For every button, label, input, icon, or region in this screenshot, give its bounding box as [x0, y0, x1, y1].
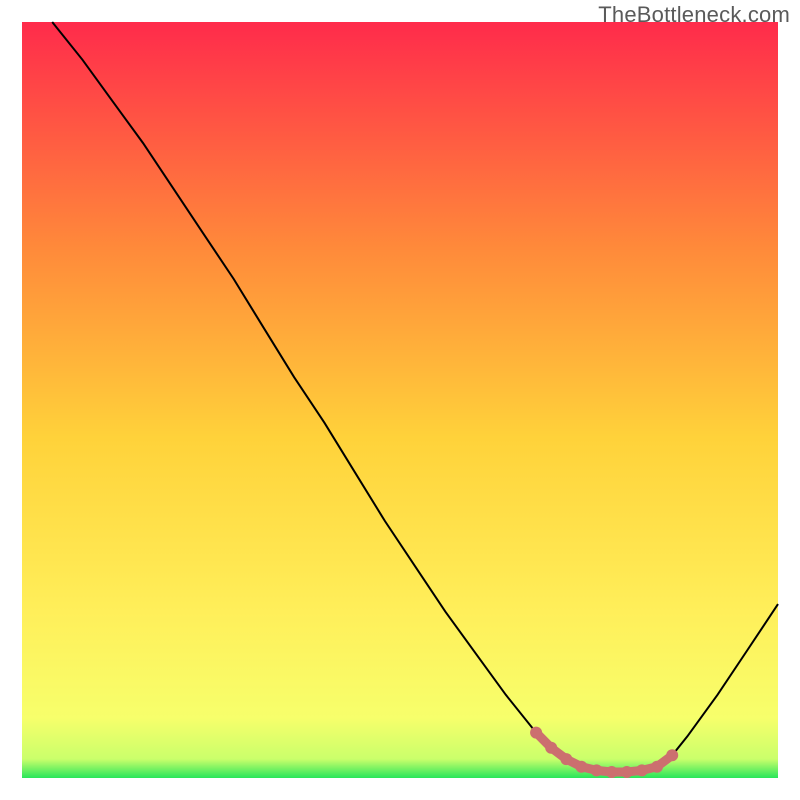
marker-dot: [545, 742, 557, 754]
marker-dot: [560, 753, 572, 765]
marker-dot: [606, 766, 618, 778]
plot-background: [22, 22, 778, 778]
chart-container: TheBottleneck.com: [0, 0, 800, 800]
marker-dot: [530, 727, 542, 739]
marker-dot: [651, 761, 663, 773]
marker-dot: [621, 766, 633, 778]
watermark-label: TheBottleneck.com: [598, 2, 790, 28]
bottleneck-chart: [0, 0, 800, 800]
marker-dot: [636, 764, 648, 776]
marker-dot: [666, 749, 678, 761]
marker-dot: [575, 761, 587, 773]
marker-dot: [591, 764, 603, 776]
